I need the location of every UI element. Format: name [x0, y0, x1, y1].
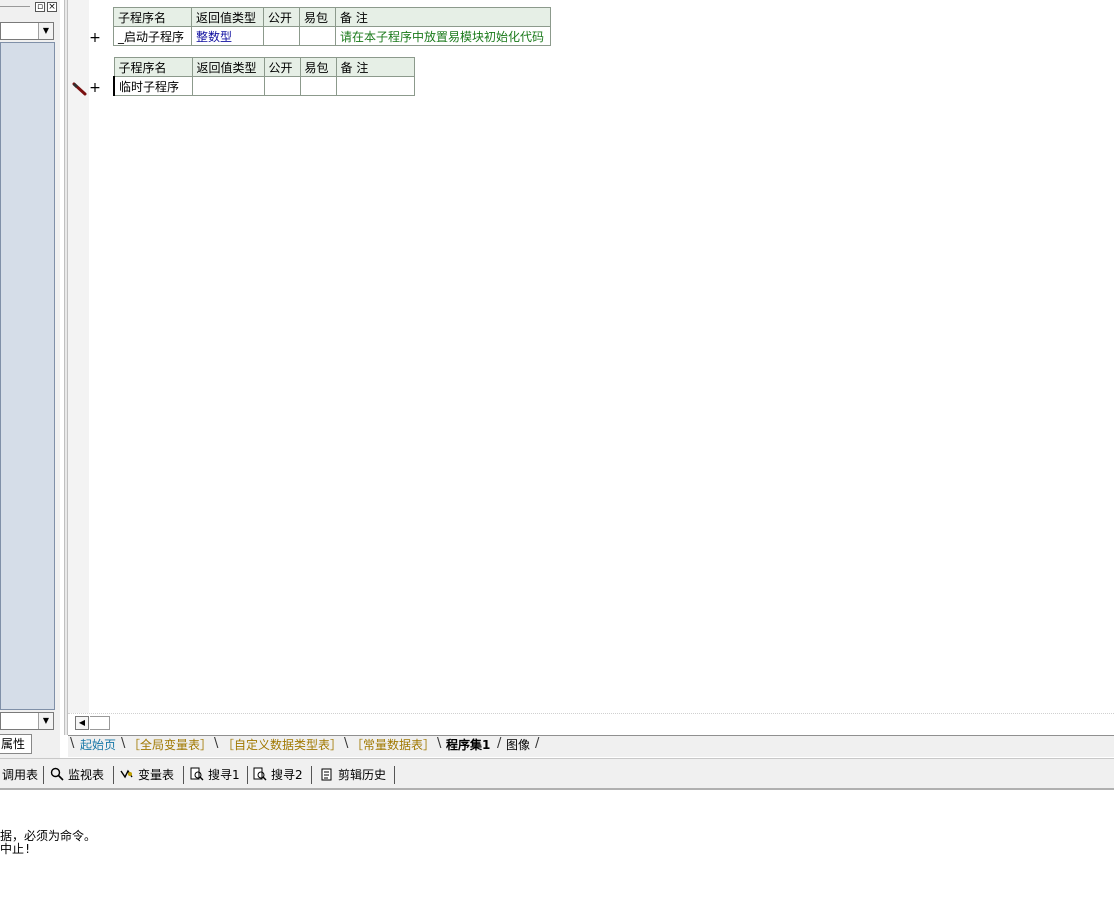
- cell-remark[interactable]: [335, 76, 415, 96]
- output-line: 中止!: [0, 842, 32, 856]
- header-public: 公开: [263, 57, 301, 77]
- output-pane[interactable]: [0, 792, 1114, 915]
- expand-icon[interactable]: +: [89, 31, 101, 45]
- panel-title-line: [0, 6, 30, 7]
- cell-remark[interactable]: 请在本子程序中放置易模块初始化代码: [335, 26, 551, 46]
- variable-table-button[interactable]: 变量表: [120, 767, 174, 783]
- close-icon[interactable]: ×: [47, 2, 57, 12]
- find-in-page-icon: [253, 767, 267, 781]
- tab-divider: \: [437, 736, 442, 751]
- tab-divider: \: [121, 736, 126, 751]
- header-sub-name: 子程序名: [113, 57, 193, 77]
- tab-custom-types[interactable]: ［自定义数据类型表］: [222, 737, 342, 754]
- find-in-page-icon: [190, 767, 204, 781]
- cell-easy-pkg[interactable]: [299, 76, 337, 96]
- cell-public[interactable]: [263, 76, 301, 96]
- scroll-thumb[interactable]: [90, 716, 110, 730]
- pencil-icon: [72, 82, 87, 96]
- subroutine-table-startup: 子程序名 返回值类型 公开 易包 备 注 _启动子程序 整数型 请在本子程序中放…: [113, 7, 551, 46]
- search1-button[interactable]: 搜寻1: [190, 767, 240, 783]
- header-remark: 备 注: [335, 7, 551, 27]
- call-table-label: 调用表: [2, 768, 39, 782]
- property-tab[interactable]: 属性: [0, 734, 32, 754]
- tab-constants[interactable]: ［常量数据表］: [351, 737, 435, 754]
- chevron-down-icon[interactable]: ▼: [38, 23, 53, 39]
- search2-button[interactable]: 搜寻2: [253, 767, 303, 783]
- expand-icon[interactable]: +: [89, 81, 101, 95]
- header-return-type: 返回值类型: [191, 57, 265, 77]
- clip-history-label: 剪辑历史: [338, 768, 387, 782]
- search1-label: 搜寻1: [208, 768, 240, 782]
- cell-public[interactable]: [263, 26, 300, 46]
- magnifier-icon: [50, 767, 64, 781]
- tab-global-vars[interactable]: ［全局变量表］: [128, 737, 212, 754]
- variable-table-label: 变量表: [138, 768, 175, 782]
- tab-divider: \: [214, 736, 219, 751]
- tool-separator: [394, 766, 395, 784]
- cell-return-type[interactable]: [191, 76, 265, 96]
- object-selector[interactable]: ▼: [0, 22, 54, 40]
- cell-sub-name[interactable]: 临时子程序: [113, 76, 193, 96]
- cell-return-type[interactable]: 整数型: [191, 26, 264, 46]
- code-editor[interactable]: [89, 0, 1114, 713]
- search2-label: 搜寻2: [271, 768, 303, 782]
- tool-separator: [113, 766, 114, 784]
- tab-start-page[interactable]: 起始页: [80, 737, 116, 754]
- header-public: 公开: [263, 7, 300, 27]
- restore-icon[interactable]: ▫: [35, 2, 45, 12]
- tab-divider: \: [344, 736, 349, 751]
- editor-gutter: [68, 0, 89, 735]
- tool-separator: [183, 766, 184, 784]
- tab-images[interactable]: 图像: [506, 737, 530, 754]
- tab-divider: /: [497, 736, 502, 751]
- watch-table-button[interactable]: 监视表: [50, 767, 104, 783]
- variables-icon: [120, 769, 133, 779]
- tool-separator: [311, 766, 312, 784]
- call-table-button[interactable]: 调用表: [2, 767, 38, 783]
- header-return-type: 返回值类型: [191, 7, 264, 27]
- chevron-down-icon[interactable]: ▼: [38, 713, 53, 729]
- horizontal-scrollbar[interactable]: [68, 713, 1114, 735]
- tool-separator: [43, 766, 44, 784]
- cell-easy-pkg[interactable]: [299, 26, 336, 46]
- tool-separator: [247, 766, 248, 784]
- scroll-left-icon[interactable]: ◀: [75, 716, 89, 730]
- watch-table-label: 监视表: [68, 768, 105, 782]
- header-easy-pkg: 易包: [299, 57, 337, 77]
- header-sub-name: 子程序名: [113, 7, 192, 27]
- tab-divider: \: [70, 736, 75, 751]
- subroutine-table-temp: 子程序名 返回值类型 公开 易包 备 注 临时子程序: [113, 57, 415, 96]
- cell-sub-name[interactable]: _启动子程序: [113, 26, 192, 46]
- tab-divider: /: [535, 736, 540, 751]
- event-selector[interactable]: ▼: [0, 712, 54, 730]
- header-remark: 备 注: [335, 57, 415, 77]
- header-easy-pkg: 易包: [299, 7, 336, 27]
- property-list[interactable]: [0, 42, 55, 710]
- clip-history-button[interactable]: 剪辑历史: [320, 767, 386, 783]
- clipboard-icon: [321, 768, 332, 781]
- tab-program-set[interactable]: 程序集1: [446, 737, 490, 754]
